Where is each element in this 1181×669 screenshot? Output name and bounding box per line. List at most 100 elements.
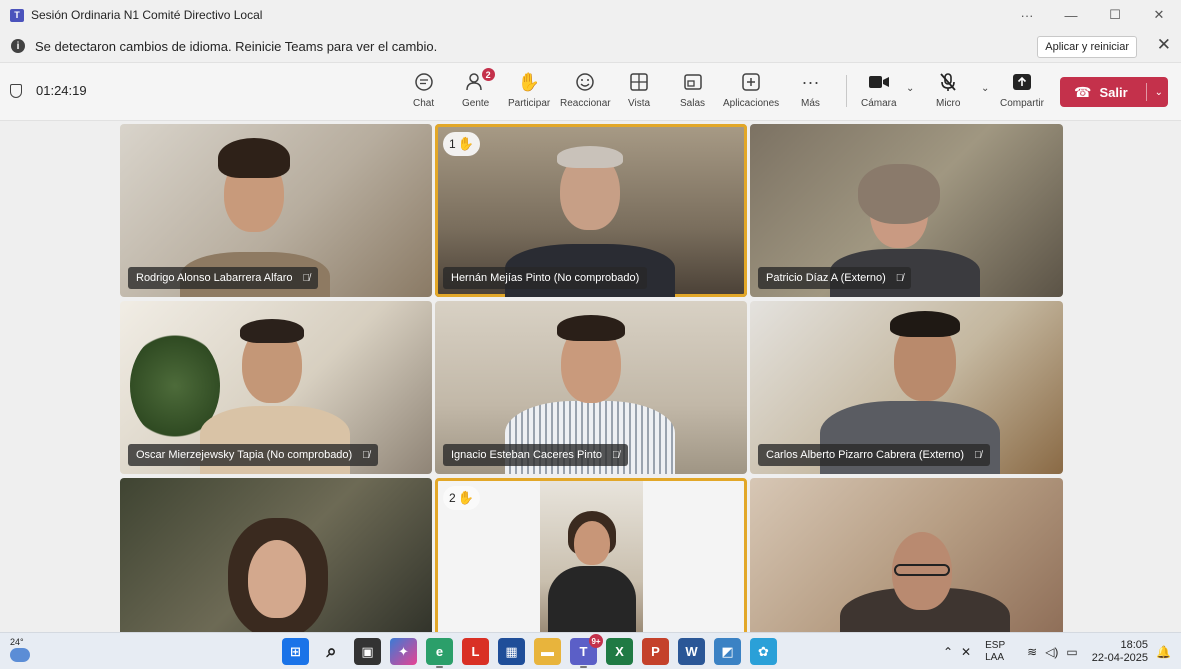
- participant-name-tag: Ignacio Esteban Caceres Pinto 🎙̸: [443, 444, 628, 466]
- start-menu-icon[interactable]: ⊞: [282, 638, 309, 665]
- banner-message: Se detectaron cambios de idioma. Reinici…: [35, 38, 438, 54]
- timer-value: 01:24:19: [36, 83, 87, 98]
- temperature: 24°: [10, 637, 24, 647]
- word-icon[interactable]: W: [678, 638, 705, 665]
- powerpoint-icon[interactable]: P: [642, 638, 669, 665]
- participant-tile-active[interactable]: 1 ✋ Hernán Mejías Pinto (No comprobado): [435, 124, 747, 297]
- leave-label: Salir: [1099, 84, 1128, 100]
- breakout-rooms-icon: [683, 69, 703, 95]
- language-indicator[interactable]: ESP LAA: [985, 640, 1005, 664]
- mic-off-icon: 🎙̸: [974, 449, 982, 461]
- video-gallery: Rodrigo Alonso Labarrera Alfaro 🎙̸ 1 ✋ H…: [0, 121, 1181, 632]
- participant-name-tag: Carlos Alberto Pizarro Cabrera (Externo)…: [758, 444, 990, 466]
- view-button[interactable]: Vista: [628, 69, 650, 109]
- edge-browser-icon[interactable]: e: [426, 638, 453, 668]
- raise-hand-icon: ✋: [517, 71, 541, 92]
- hand-order: 1: [449, 137, 456, 151]
- excel-icon[interactable]: X: [606, 638, 633, 665]
- rooms-label: Salas: [680, 98, 706, 109]
- apply-and-restart-button[interactable]: Aplicar y reiniciar: [1037, 36, 1137, 58]
- leave-options-chevron-icon[interactable]: ⌄: [1155, 87, 1163, 98]
- participant-name-tag: Hernán Mejías Pinto (No comprobado): [443, 267, 648, 289]
- camera-options-chevron-icon[interactable]: ⌄: [906, 83, 914, 94]
- participant-name: Oscar Mierzejewsky Tapia (No comprobado): [136, 449, 353, 461]
- raised-hand-icon: ✋: [457, 136, 474, 151]
- participant-tile[interactable]: Ignacio Esteban Caceres Pinto 🎙̸: [435, 301, 747, 474]
- participant-tile[interactable]: Rodrigo Alonso Labarrera Alfaro 🎙̸: [120, 124, 432, 297]
- red-l-app-icon[interactable]: L: [462, 638, 489, 665]
- people-button[interactable]: 2 Gente: [462, 68, 495, 109]
- volume-icon[interactable]: ◁): [1045, 645, 1058, 659]
- meeting-timer: 01:24:19: [10, 83, 87, 98]
- more-button[interactable]: ··· Más: [801, 69, 820, 110]
- battery-icon[interactable]: ▭: [1066, 645, 1077, 659]
- share-label: Compartir: [1000, 98, 1044, 109]
- minimize-button[interactable]: —: [1049, 0, 1093, 30]
- participant-name-tag: Oscar Mierzejewsky Tapia (No comprobado)…: [128, 444, 378, 466]
- participant-tile[interactable]: [120, 478, 432, 632]
- window-controls: ··· — ☐ ✕: [1005, 0, 1181, 30]
- participate-button[interactable]: ✋ Participar: [508, 69, 550, 110]
- language-change-banner: i Se detectaron cambios de idioma. Reini…: [0, 30, 1181, 63]
- participant-name: Patricio Díaz A (Externo): [766, 272, 886, 284]
- participant-tile[interactable]: Patricio Díaz A (Externo) 🎙̸: [750, 124, 1063, 297]
- people-icon: 2: [465, 68, 495, 95]
- grid-view-icon: [629, 69, 649, 95]
- search-icon[interactable]: ⌕: [318, 638, 345, 665]
- share-button[interactable]: Compartir: [1000, 69, 1044, 109]
- weather-widget[interactable]: 24°: [10, 637, 30, 662]
- apps-button[interactable]: Aplicaciones: [723, 69, 779, 109]
- camera-icon: [868, 69, 890, 95]
- leave-button[interactable]: ☎ Salir ⌄: [1060, 77, 1168, 107]
- windows-taskbar: 24° ⊞ ⌕ ▣ ✦ e L ▦ ▬ T 9+ X P W ◩ ✿ ⌃ ✕ E…: [0, 632, 1181, 669]
- wifi-icon[interactable]: ≋: [1027, 645, 1037, 659]
- mic-muted-tray-icon[interactable]: ✕: [961, 645, 971, 659]
- participant-tile[interactable]: Oscar Mierzejewsky Tapia (No comprobado)…: [120, 301, 432, 474]
- info-icon: i: [11, 39, 25, 53]
- shield-icon: [10, 83, 22, 98]
- rooms-button[interactable]: Salas: [680, 69, 705, 109]
- mic-off-icon: 🎙̸: [362, 449, 370, 461]
- mic-off-icon: 🎙̸: [895, 272, 904, 284]
- file-explorer-icon[interactable]: ▬: [534, 638, 561, 665]
- mic-off-icon: 🎙̸: [612, 449, 620, 461]
- mic-button[interactable]: Micro: [936, 69, 960, 109]
- close-icon[interactable]: ✕: [1157, 35, 1171, 55]
- react-button[interactable]: Reaccionar: [560, 69, 611, 109]
- paint-icon[interactable]: ✿: [750, 638, 777, 665]
- clock-time: 18:05: [1120, 638, 1149, 651]
- teams-app-icon[interactable]: T 9+: [570, 634, 603, 668]
- participant-tile[interactable]: [750, 478, 1063, 632]
- window-title: Sesión Ordinaria N1 Comité Directivo Loc…: [31, 8, 263, 22]
- notification-bell-icon[interactable]: 🔔: [1156, 645, 1171, 659]
- mic-options-chevron-icon[interactable]: ⌄: [981, 83, 989, 94]
- participant-tile[interactable]: Carlos Alberto Pizarro Cabrera (Externo)…: [750, 301, 1063, 474]
- chat-button[interactable]: Chat: [413, 69, 434, 109]
- title-bar: T Sesión Ordinaria N1 Comité Directivo L…: [0, 0, 1181, 30]
- chevron-up-icon[interactable]: ⌃: [943, 645, 953, 659]
- people-badge: 2: [481, 68, 495, 81]
- copilot-icon[interactable]: ✦: [390, 638, 417, 665]
- raised-hand-badge: 2 ✋: [443, 486, 480, 510]
- toolbar-divider: [846, 75, 847, 107]
- react-label: Reaccionar: [560, 98, 611, 109]
- participant-name: Carlos Alberto Pizarro Cabrera (Externo): [766, 449, 965, 461]
- ellipsis-icon: ···: [801, 71, 820, 92]
- phone-hangup-icon: ☎: [1074, 83, 1092, 100]
- participant-name: Rodrigo Alonso Labarrera Alfaro: [136, 272, 293, 284]
- camera-button[interactable]: Cámara: [861, 69, 897, 109]
- clock[interactable]: 18:05 22-04-2025: [1092, 639, 1148, 665]
- mic-off-icon: [938, 69, 958, 95]
- people-label: Gente: [462, 98, 490, 109]
- close-window-button[interactable]: ✕: [1137, 0, 1181, 30]
- teams-notification-badge: 9+: [589, 634, 603, 648]
- calendar-app-icon[interactable]: ▦: [498, 638, 525, 665]
- taskbar-apps: ⊞ ⌕ ▣ ✦ e L ▦ ▬ T 9+ X P W ◩ ✿: [282, 634, 786, 668]
- task-view-icon[interactable]: ▣: [354, 638, 381, 665]
- maximize-button[interactable]: ☐: [1093, 0, 1137, 30]
- more-label: Más: [801, 98, 820, 109]
- more-options-button[interactable]: ···: [1005, 0, 1049, 30]
- participant-tile-active[interactable]: 2 ✋: [435, 478, 747, 632]
- photos-icon[interactable]: ◩: [714, 638, 741, 665]
- camera-label: Cámara: [861, 98, 897, 109]
